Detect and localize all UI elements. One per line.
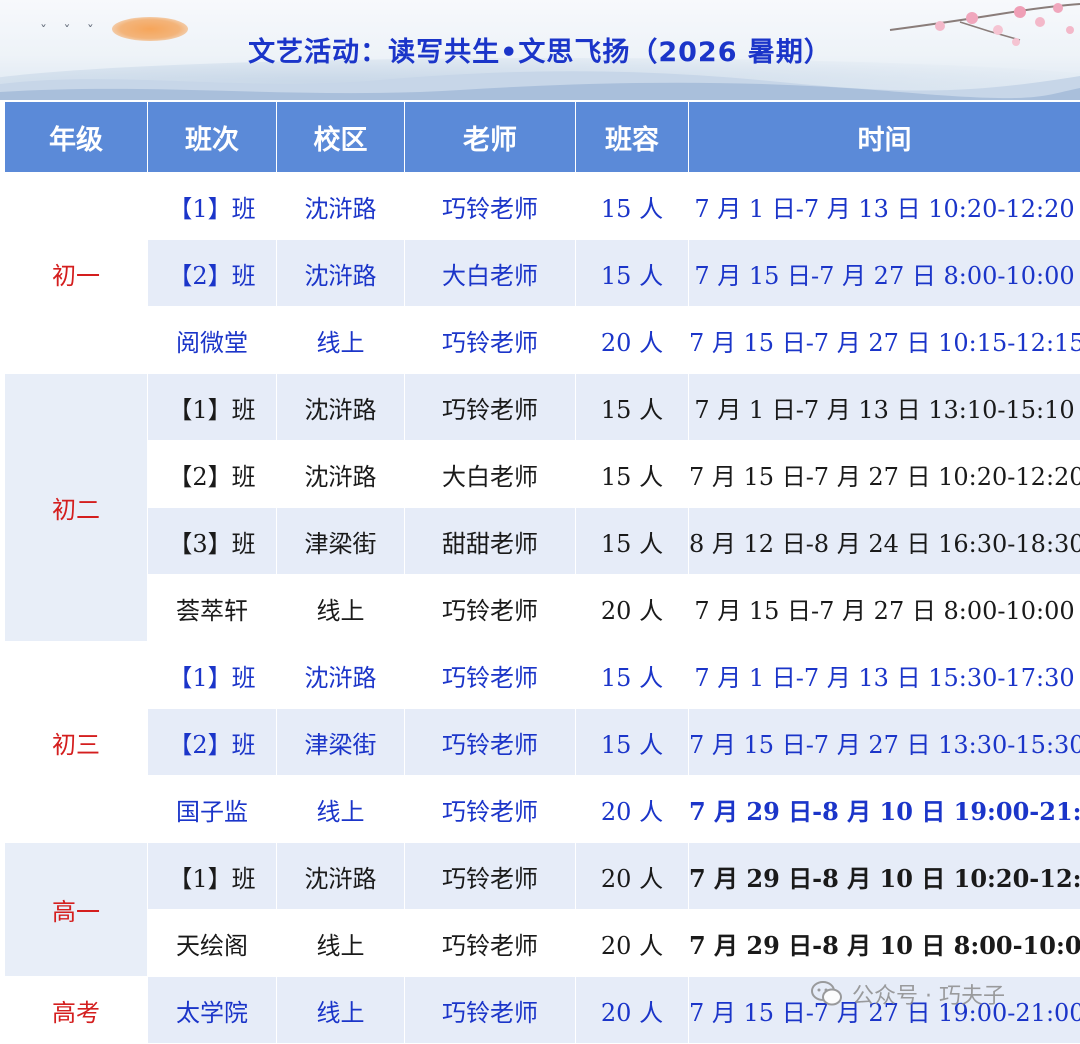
time-cell: 7 月 15 日-7 月 27 日 10:20-12:20 (688, 440, 1080, 508)
campus-cell: 线上 (276, 306, 405, 374)
class-cell: 荟萃轩 (147, 574, 277, 642)
teacher-cell: 大白老师 (404, 239, 576, 307)
campus-cell: 沈浒路 (276, 239, 405, 307)
campus-cell: 沈浒路 (276, 172, 405, 240)
teacher-cell: 巧铃老师 (404, 574, 576, 642)
campus-cell: 线上 (276, 775, 405, 843)
campus-cell: 线上 (276, 574, 405, 642)
capacity-cell: 20 人 (575, 976, 689, 1044)
class-cell: 阅微堂 (147, 306, 277, 374)
table-row: 荟萃轩 线上 巧铃老师 20 人 7 月 15 日-7 月 27 日 8:00-… (5, 574, 1080, 642)
capacity-cell: 15 人 (575, 172, 689, 240)
table-header-row: 年级 班次 校区 老师 班容 时间 (4, 101, 1080, 173)
class-cell: 【1】班 (147, 373, 277, 441)
time-cell: 7 月 29 日-8 月 10 日 10:20-12:20 (688, 842, 1080, 910)
teacher-cell: 巧铃老师 (404, 172, 576, 240)
capacity-cell: 15 人 (575, 440, 689, 508)
campus-cell: 线上 (276, 909, 405, 977)
header-grade: 年级 (4, 101, 148, 173)
time-cell: 7 月 15 日-7 月 27 日 10:15-12:15 (688, 306, 1080, 374)
capacity-cell: 15 人 (575, 708, 689, 776)
time-cell: 8 月 12 日-8 月 24 日 16:30-18:30 (688, 507, 1080, 575)
class-cell: 国子监 (147, 775, 277, 843)
capacity-cell: 15 人 (575, 239, 689, 307)
table-row: 初三 【1】班 沈浒路 巧铃老师 15 人 7 月 1 日-7 月 13 日 1… (4, 641, 1080, 843)
header-class: 班次 (147, 101, 277, 173)
teacher-cell: 巧铃老师 (404, 306, 576, 374)
title-banner: ˇ ˇ ˇ 文艺活动：读写共生•文思飞扬（2026 暑期） (0, 0, 1080, 100)
campus-cell: 津梁街 (276, 507, 405, 575)
grade-cell: 初二 (4, 373, 148, 642)
capacity-cell: 20 人 (575, 306, 689, 374)
header-campus: 校区 (276, 101, 405, 173)
teacher-cell: 巧铃老师 (404, 373, 576, 441)
time-cell: 7 月 29 日-8 月 10 日 19:00-21:00 (688, 775, 1080, 843)
time-cell: 7 月 29 日-8 月 10 日 8:00-10:00 (688, 909, 1080, 977)
table-row: 初一 【1】班 沈浒路 巧铃老师 15 人 7 月 1 日-7 月 13 日 1… (4, 172, 1080, 374)
class-schedule-table: 年级 班次 校区 老师 班容 时间 初一 【1】班 沈浒路 巧铃老师 15 人 … (4, 101, 1080, 1044)
class-cell: 太学院 (147, 976, 277, 1044)
class-cell: 【1】班 (147, 641, 277, 709)
time-cell: 7 月 15 日-7 月 27 日 8:00-10:00 (688, 574, 1080, 642)
capacity-cell: 15 人 (575, 641, 689, 709)
teacher-cell: 巧铃老师 (404, 641, 576, 709)
teacher-cell: 巧铃老师 (404, 708, 576, 776)
time-cell: 7 月 1 日-7 月 13 日 13:10-15:10 (688, 373, 1080, 441)
watermark-text: 公众号 · 巧夫子 (852, 984, 1005, 1009)
table-row: 【2】班 沈浒路 大白老师 15 人 7 月 15 日-7 月 27 日 10:… (5, 440, 1080, 508)
capacity-cell: 20 人 (575, 775, 689, 843)
table-row: 【2】班 津梁街 巧铃老师 15 人 7 月 15 日-7 月 27 日 13:… (5, 708, 1080, 776)
teacher-cell: 甜甜老师 (404, 507, 576, 575)
campus-cell: 沈浒路 (276, 373, 405, 441)
campus-cell: 津梁街 (276, 708, 405, 776)
campus-cell: 线上 (276, 976, 405, 1044)
campus-cell: 沈浒路 (276, 641, 405, 709)
class-cell: 天绘阁 (147, 909, 277, 977)
grade-cell: 高一 (4, 842, 148, 977)
teacher-cell: 巧铃老师 (404, 976, 576, 1044)
table-row: 阅微堂 线上 巧铃老师 20 人 7 月 15 日-7 月 27 日 10:15… (5, 306, 1080, 374)
class-cell: 【2】班 (147, 708, 277, 776)
table-row: 【2】班 沈浒路 大白老师 15 人 7 月 15 日-7 月 27 日 8:0… (5, 239, 1080, 307)
class-cell: 【2】班 (147, 440, 277, 508)
table-row: 天绘阁 线上 巧铃老师 20 人 7 月 29 日-8 月 10 日 8:00-… (5, 909, 1080, 977)
time-cell: 7 月 1 日-7 月 13 日 15:30-17:30 (688, 641, 1080, 709)
class-cell: 【1】班 (147, 842, 277, 910)
capacity-cell: 15 人 (575, 507, 689, 575)
capacity-cell: 20 人 (575, 574, 689, 642)
grade-cell: 高考 (4, 976, 148, 1044)
capacity-cell: 20 人 (575, 909, 689, 977)
teacher-cell: 大白老师 (404, 440, 576, 508)
table-row: 高一 【1】班 沈浒路 巧铃老师 20 人 7 月 29 日-8 月 10 日 … (4, 842, 1080, 977)
class-cell: 【2】班 (147, 239, 277, 307)
campus-cell: 沈浒路 (276, 842, 405, 910)
time-cell: 7 月 15 日-7 月 27 日 13:30-15:30 (688, 708, 1080, 776)
capacity-cell: 20 人 (575, 842, 689, 910)
wechat-icon (811, 981, 842, 1006)
grade-cell: 初一 (4, 172, 148, 374)
watermark: 公众号 · 巧夫子 (810, 978, 1005, 1010)
capacity-cell: 15 人 (575, 373, 689, 441)
time-cell: 7 月 15 日-7 月 27 日 8:00-10:00 (688, 239, 1080, 307)
table-row: 【3】班 津梁街 甜甜老师 15 人 8 月 12 日-8 月 24 日 16:… (5, 507, 1080, 575)
header-time: 时间 (688, 101, 1080, 173)
campus-cell: 沈浒路 (276, 440, 405, 508)
teacher-cell: 巧铃老师 (404, 842, 576, 910)
class-cell: 【1】班 (147, 172, 277, 240)
table-row: 初二 【1】班 沈浒路 巧铃老师 15 人 7 月 1 日-7 月 13 日 1… (4, 373, 1080, 642)
teacher-cell: 巧铃老师 (404, 909, 576, 977)
header-teacher: 老师 (404, 101, 576, 173)
page-title: 文艺活动：读写共生•文思飞扬（2026 暑期） (248, 37, 832, 68)
time-cell: 7 月 1 日-7 月 13 日 10:20-12:20 (688, 172, 1080, 240)
class-cell: 【3】班 (147, 507, 277, 575)
header-capacity: 班容 (575, 101, 689, 173)
table-row: 国子监 线上 巧铃老师 20 人 7 月 29 日-8 月 10 日 19:00… (5, 775, 1080, 843)
teacher-cell: 巧铃老师 (404, 775, 576, 843)
grade-cell: 初三 (4, 641, 148, 843)
